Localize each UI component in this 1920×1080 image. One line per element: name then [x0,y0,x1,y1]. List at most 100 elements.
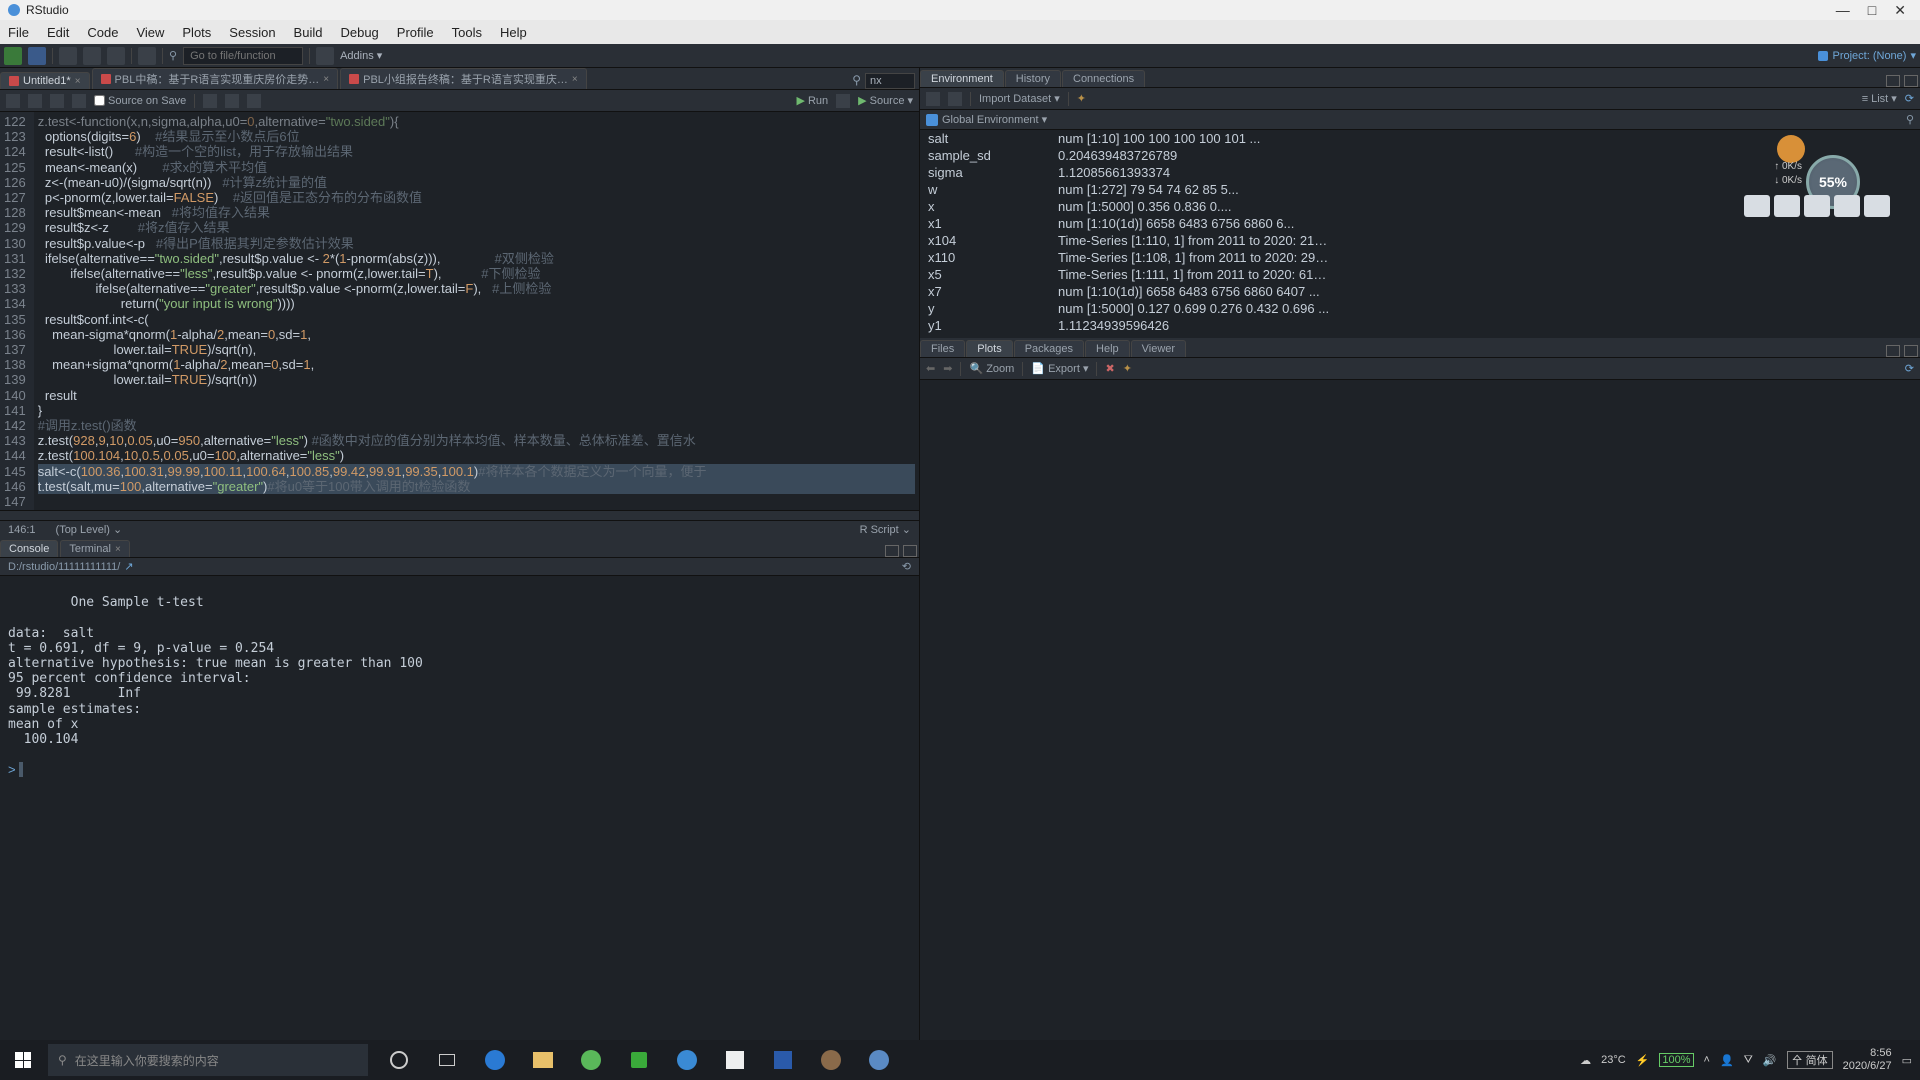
console-output[interactable]: One Sample t-test data: salt t = 0.691, … [0,576,919,1040]
media-player-icon[interactable] [570,1040,612,1080]
app-icon[interactable] [810,1040,852,1080]
edge-icon[interactable] [474,1040,516,1080]
source-tab[interactable]: PBL小组报告终稿：基于R语言实现重庆…× [340,68,587,89]
overlay-mascot-icon[interactable] [1777,135,1805,163]
taskbar-search[interactable]: ⚲ 在这里输入你要搜索的内容 [48,1044,368,1076]
task-view-icon[interactable] [426,1040,468,1080]
ime-indicator[interactable]: 㐃 简体 [1787,1051,1833,1069]
back-button[interactable] [6,94,20,108]
rstudio-taskbar-icon[interactable] [858,1040,900,1080]
import-dataset-menu[interactable]: Import Dataset ▾ [979,92,1060,105]
weather-icon[interactable]: ☁ [1580,1054,1591,1067]
volume-icon[interactable]: 🔊 [1763,1054,1777,1067]
battery-indicator[interactable]: 100% [1659,1053,1693,1067]
close-tab-icon[interactable]: × [572,74,578,85]
ie-icon[interactable] [666,1040,708,1080]
env-variable-row[interactable]: x104Time-Series [1:110, 1] from 2011 to … [920,232,1920,249]
open-file-button[interactable] [59,47,77,65]
people-icon[interactable]: 👤 [1720,1054,1734,1067]
env-variable-row[interactable]: sample_sd0.204639483726789 [920,147,1920,164]
close-tab-icon[interactable]: × [323,74,329,85]
clear-plots-button[interactable]: ✦ [1123,362,1132,375]
source-editor[interactable]: 1221231241251261271281291301311321331341… [0,112,919,510]
env-scope-menu[interactable]: Global Environment ▾ [942,113,1047,126]
refresh-env-button[interactable]: ⟳ [1905,92,1914,105]
refresh-plot-button[interactable]: ⟳ [1905,362,1914,375]
menu-code[interactable]: Code [87,25,118,40]
plot-tab-packages[interactable]: Packages [1014,340,1084,357]
file-type-indicator[interactable]: R Script ⌄ [860,523,911,536]
env-variable-row[interactable]: sigma1.12085661393374 [920,164,1920,181]
overlay-tool-4[interactable] [1834,195,1860,217]
addins-grid-icon[interactable] [316,47,334,65]
source-search-input[interactable] [865,73,915,89]
goto-dir-icon[interactable]: ↗ [124,560,133,573]
zoom-button[interactable]: 🔍 Zoom [969,362,1014,375]
console-tab-console[interactable]: Console [0,540,58,557]
overlay-tool-2[interactable] [1774,195,1800,217]
env-variable-row[interactable]: x7num [1:10(1d)] 6658 6483 6756 6860 640… [920,283,1920,300]
code-tools-button[interactable] [225,94,239,108]
editor-horizontal-scrollbar[interactable] [0,510,919,520]
maximize-button[interactable]: □ [1868,2,1876,19]
plots-maximize-button[interactable] [1904,345,1918,357]
overlay-tool-5[interactable] [1864,195,1890,217]
start-button[interactable] [0,1040,46,1080]
scope-indicator[interactable]: (Top Level) ⌄ [56,523,123,536]
forward-button[interactable] [28,94,42,108]
clear-workspace-button[interactable]: ✦ [1077,92,1086,105]
env-tab-environment[interactable]: Environment [920,70,1004,87]
env-variable-row[interactable]: x110Time-Series [1:108, 1] from 2011 to … [920,249,1920,266]
env-variable-row[interactable]: saltnum [1:10] 100 100 100 100 101 ... [920,130,1920,147]
compile-report-button[interactable] [247,94,261,108]
console-minimize-button[interactable] [885,545,899,557]
plot-tab-plots[interactable]: Plots [966,340,1012,357]
menu-build[interactable]: Build [294,25,323,40]
clear-console-icon[interactable]: ⟲ [902,560,911,573]
plot-tab-viewer[interactable]: Viewer [1131,340,1186,357]
menu-debug[interactable]: Debug [340,25,378,40]
export-menu[interactable]: 📄 Export ▾ [1031,362,1088,375]
clock[interactable]: 8:56 2020/6/27 [1843,1047,1892,1073]
close-tab-icon[interactable]: × [115,544,121,555]
notifications-icon[interactable]: ▭ [1902,1054,1912,1067]
plot-tab-files[interactable]: Files [920,340,965,357]
env-minimize-button[interactable] [1886,75,1900,87]
console-tab-terminal[interactable]: Terminal × [60,540,129,557]
plot-prev-button[interactable]: ⬅ [926,362,935,375]
menu-edit[interactable]: Edit [47,25,69,40]
menu-view[interactable]: View [136,25,164,40]
show-in-new-window-button[interactable] [50,94,64,108]
goto-file-input[interactable] [183,47,303,65]
new-project-button[interactable] [28,47,46,65]
source-button[interactable]: ▶Source ▾ [858,94,913,107]
store-icon[interactable] [714,1040,756,1080]
save-button[interactable] [83,47,101,65]
save-all-button[interactable] [107,47,125,65]
run-button[interactable]: ▶Run [796,94,828,107]
overlay-tool-3[interactable] [1804,195,1830,217]
menu-profile[interactable]: Profile [397,25,434,40]
save-workspace-button[interactable] [948,92,962,106]
overlay-tool-1[interactable] [1744,195,1770,217]
menu-file[interactable]: File [8,25,29,40]
env-tab-history[interactable]: History [1005,70,1061,87]
rerun-button[interactable] [836,94,850,108]
console-maximize-button[interactable] [903,545,917,557]
env-variable-row[interactable]: x1num [1:10(1d)] 6658 6483 6756 6860 6..… [920,215,1920,232]
save-source-button[interactable] [72,94,86,108]
plot-tab-help[interactable]: Help [1085,340,1130,357]
close-tab-icon[interactable]: × [75,76,81,87]
load-workspace-button[interactable] [926,92,940,106]
close-button[interactable]: ✕ [1894,2,1906,19]
project-menu[interactable]: Project: (None) ▾ [1818,49,1916,62]
network-icon[interactable]: ⛛ [1744,1054,1753,1067]
env-maximize-button[interactable] [1904,75,1918,87]
print-button[interactable] [138,47,156,65]
new-file-button[interactable] [4,47,22,65]
menu-help[interactable]: Help [500,25,527,40]
find-replace-button[interactable] [203,94,217,108]
source-tab[interactable]: PBL中稿：基于R语言实现重庆房价走势…× [92,68,339,89]
word-icon[interactable] [762,1040,804,1080]
cortana-icon[interactable] [378,1040,420,1080]
